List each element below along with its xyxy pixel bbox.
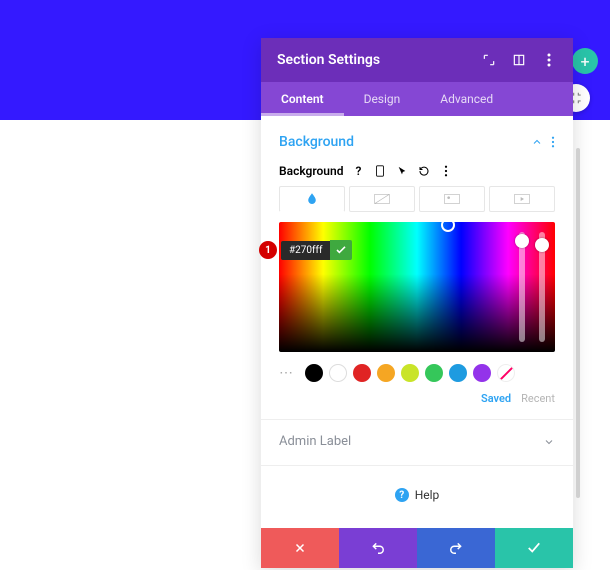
bg-tab-image[interactable] [419,186,485,212]
background-field-label-row: Background ? [279,164,555,178]
swatch-row: ⋯ [279,364,555,382]
reset-icon[interactable] [417,164,431,178]
paint-drop-icon [305,192,319,206]
swatch-more-icon[interactable]: ⋯ [279,365,295,381]
collapse-icon[interactable] [531,136,543,148]
panel-title: Section Settings [277,52,380,68]
kebab-icon[interactable] [541,52,557,68]
close-icon [294,542,306,554]
alpha-slider-thumb[interactable] [535,238,549,252]
help-link[interactable]: ? Help [279,480,555,516]
panel-footer [261,528,573,568]
video-icon [514,193,530,205]
hover-icon[interactable] [395,164,409,178]
panel-scrollbar[interactable] [576,148,580,498]
undo-icon [370,541,386,555]
bg-tab-video[interactable] [489,186,555,212]
bg-tab-color[interactable] [279,186,345,212]
help-label: Help [415,488,440,502]
tab-design[interactable]: Design [344,82,421,116]
chevron-down-icon [543,436,555,448]
section-settings-panel: Section Settings Content Design Advanced… [261,38,573,568]
swatches-saved-tab[interactable]: Saved [481,392,511,405]
image-icon [444,193,460,205]
panel-header: Section Settings [261,38,573,82]
swatch-green[interactable] [425,364,443,382]
hue-slider-thumb[interactable] [515,234,529,248]
redo-button[interactable] [417,528,495,568]
preview-icon[interactable] [511,52,527,68]
hex-input[interactable]: #270fff [281,241,330,260]
device-icon[interactable] [373,164,387,178]
tab-advanced[interactable]: Advanced [420,82,513,116]
swatches-recent-tab[interactable]: Recent [521,392,555,405]
swatch-white[interactable] [329,364,347,382]
help-question-icon: ? [395,488,409,502]
hue-slider[interactable] [515,232,529,342]
hex-confirm-button[interactable] [330,240,352,260]
swatch-orange[interactable] [377,364,395,382]
annotation-badge: 1 [259,241,277,259]
field-kebab-icon[interactable] [439,164,453,178]
divider [261,419,573,420]
alpha-slider[interactable] [535,232,549,342]
bg-tab-gradient[interactable] [349,186,415,212]
section-kebab-icon[interactable] [551,136,555,148]
swatch-blue[interactable] [449,364,467,382]
swatch-black[interactable] [305,364,323,382]
redo-icon [448,541,464,555]
swatch-purple[interactable] [473,364,491,382]
background-field-label: Background [279,164,343,178]
divider [261,465,573,466]
gradient-icon [374,193,390,205]
admin-label-title: Admin Label [279,434,351,449]
check-icon [527,542,541,554]
tab-content[interactable]: Content [261,82,344,116]
expand-icon[interactable] [481,52,497,68]
help-icon[interactable]: ? [351,164,365,178]
color-picker-cursor[interactable] [441,222,455,232]
admin-label-section[interactable]: Admin Label [279,434,555,457]
plus-icon: + [580,52,589,71]
swatch-red[interactable] [353,364,371,382]
save-button[interactable] [495,528,573,568]
section-background-title: Background [279,134,354,150]
check-icon [336,246,346,254]
swatch-lime[interactable] [401,364,419,382]
cancel-button[interactable] [261,528,339,568]
swatch-none[interactable] [497,364,515,382]
panel-tabs: Content Design Advanced [261,82,573,116]
undo-button[interactable] [339,528,417,568]
add-section-button[interactable]: + [572,48,598,74]
